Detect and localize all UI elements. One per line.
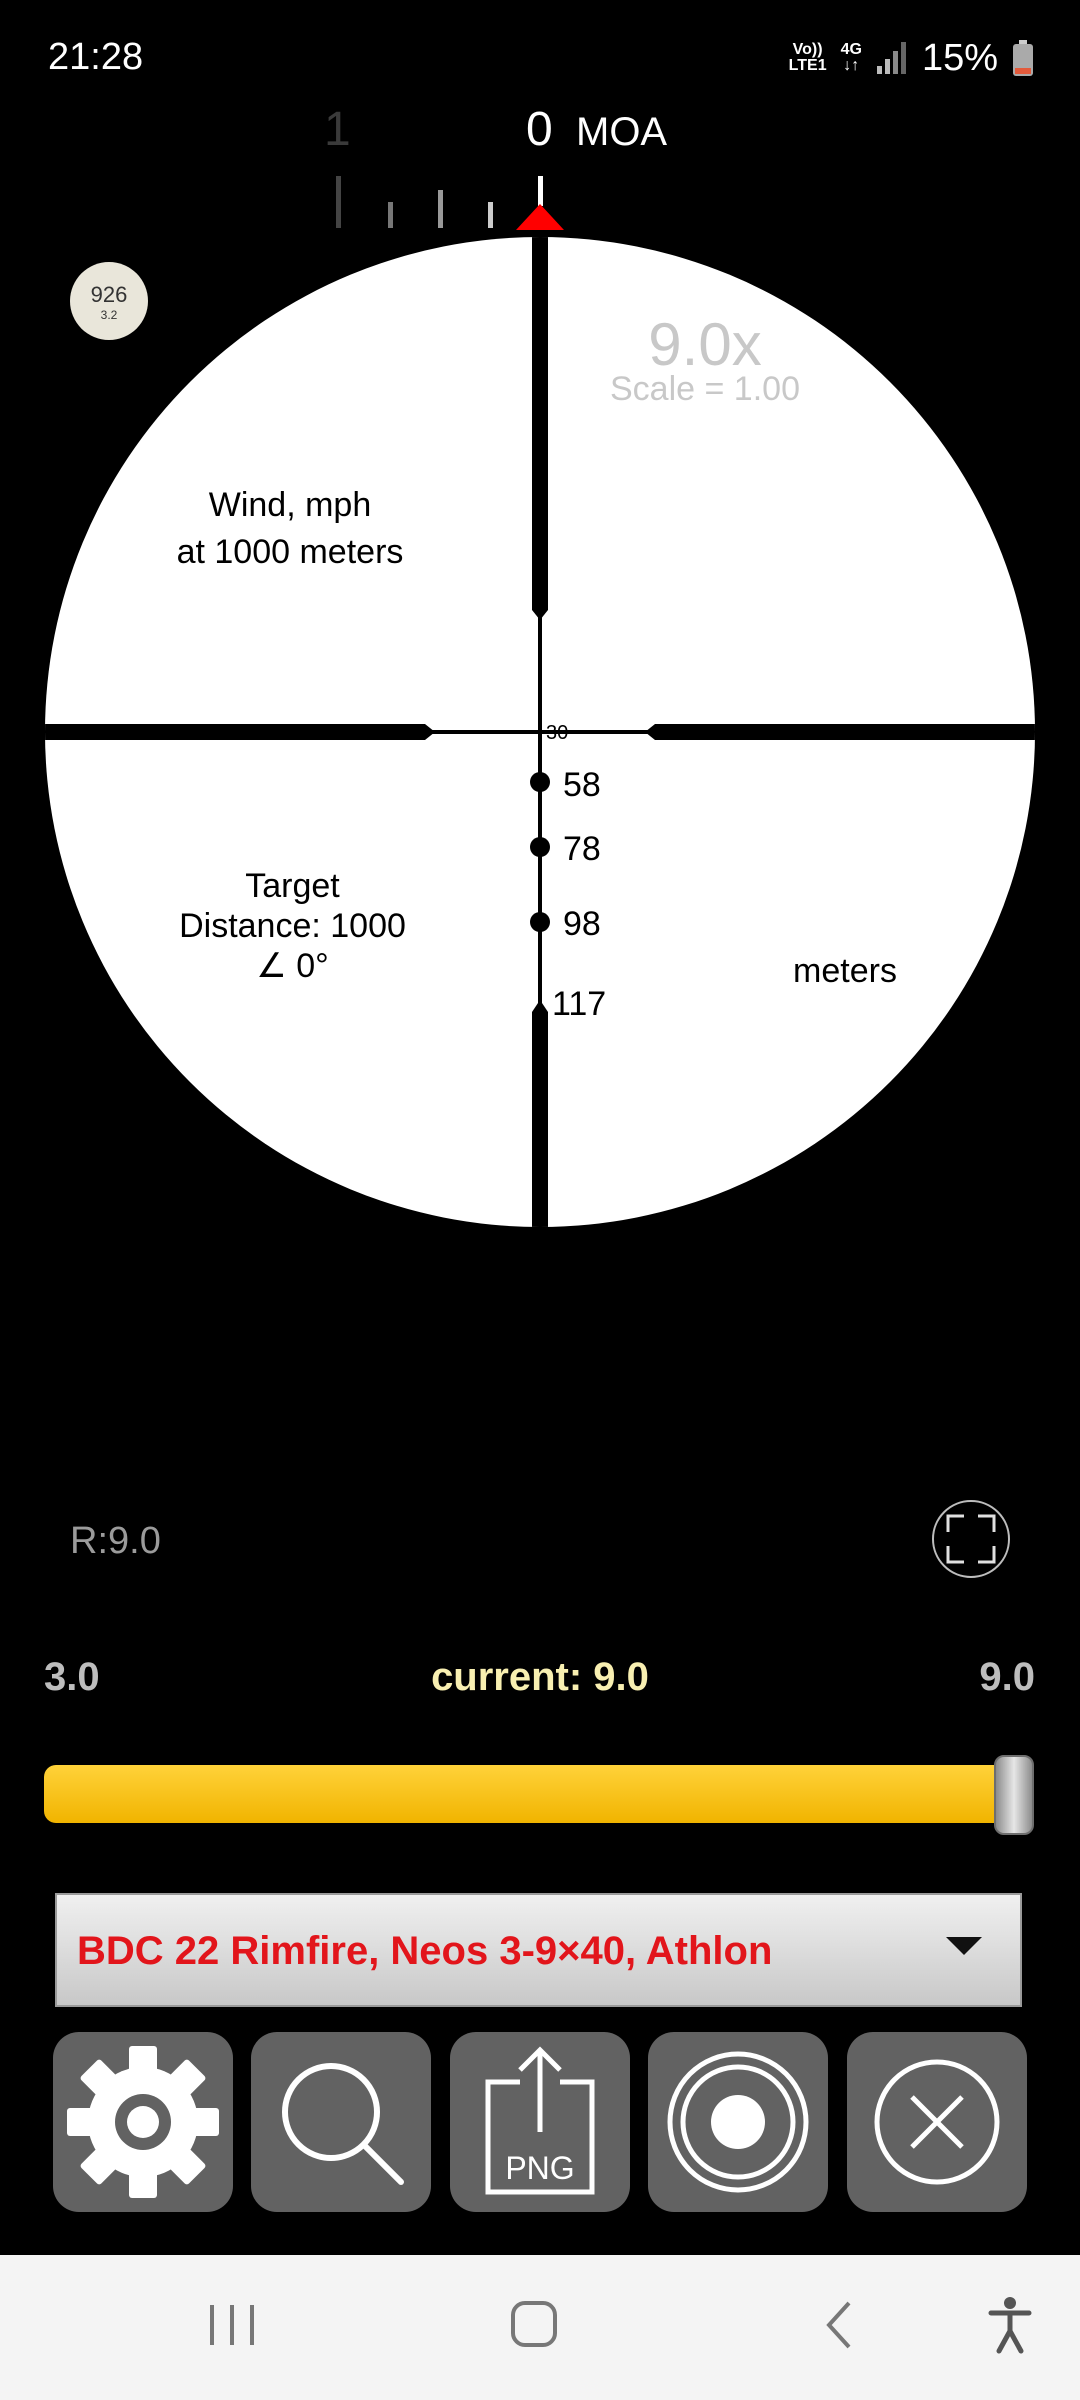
distance-badge[interactable]: 926 3.2 xyxy=(70,262,148,340)
signal-icon xyxy=(876,42,906,74)
volte-icon: Vo)) LTE1 xyxy=(789,42,827,74)
drop-dot xyxy=(530,912,550,932)
left-post xyxy=(45,724,425,740)
dropdown-arrow-icon xyxy=(946,1937,982,1955)
volte-bottom: LTE1 xyxy=(788,57,827,74)
battery-percent: 15% xyxy=(921,36,998,79)
zero-distance-label: 30 xyxy=(546,722,569,744)
export-png-button[interactable]: PNG xyxy=(450,2032,630,2212)
clock: 21:28 xyxy=(48,36,144,78)
export-label: PNG xyxy=(505,2150,575,2186)
magnification-label: 9.0x xyxy=(648,311,762,378)
zoom-slider-thumb[interactable] xyxy=(994,1755,1034,1835)
drop-label: 117 xyxy=(552,985,607,1023)
drop-label: 98 xyxy=(563,905,601,943)
badge-sub: 3.2 xyxy=(100,308,118,322)
gear-icon xyxy=(67,2046,219,2198)
badge-number: 926 xyxy=(90,282,128,307)
wind-label-line1: Wind, mph xyxy=(208,486,372,524)
windage-scale[interactable]: 1 0 MOA xyxy=(320,100,720,240)
target-angle: ∠ 0° xyxy=(256,947,329,985)
close-icon xyxy=(874,2059,1000,2185)
drop-dot xyxy=(530,772,550,792)
battery-icon xyxy=(1013,40,1033,76)
target-distance: Distance: 1000 xyxy=(179,907,406,945)
drop-label: 78 xyxy=(563,830,601,868)
recent-apps-icon[interactable] xyxy=(205,2295,261,2355)
top-post xyxy=(532,237,548,610)
toolbar: PNG xyxy=(53,2032,1027,2212)
accessibility-icon[interactable] xyxy=(985,2293,1035,2357)
zoom-slider-track[interactable] xyxy=(44,1765,1034,1823)
navigation-bar xyxy=(0,2255,1080,2400)
windage-left-value: 1 xyxy=(324,103,351,156)
home-icon[interactable] xyxy=(505,2295,565,2355)
fullscreen-icon xyxy=(946,1514,996,1564)
reticle-view[interactable] xyxy=(0,220,1080,1240)
back-icon[interactable] xyxy=(815,2295,865,2355)
network-type: 4G xyxy=(840,41,862,58)
right-post xyxy=(655,724,1035,740)
data-arrows-icon: ↓↑ xyxy=(843,57,860,74)
target-line1: Target xyxy=(245,867,340,905)
wind-label-line2: at 1000 meters xyxy=(176,533,404,571)
reticle-select[interactable]: BDC 22 Rimfire, Neos 3-9×40, Athlon xyxy=(55,1893,1022,2007)
capture-button[interactable] xyxy=(648,2032,828,2212)
drop-label: 58 xyxy=(563,766,601,804)
settings-button[interactable] xyxy=(53,2032,233,2212)
volte-top: Vo)) xyxy=(792,41,823,58)
reticle-select-value: BDC 22 Rimfire, Neos 3-9×40, Athlon xyxy=(77,1929,773,1973)
search-icon xyxy=(282,2063,404,2185)
status-bar: 21:28 Vo)) LTE1 4G ↓↑ 15% xyxy=(0,0,1080,110)
target-info: Target Distance: 1000 ∠ 0° xyxy=(130,866,455,986)
network-type-icon: 4G ↓↑ xyxy=(841,42,862,74)
status-icons: Vo)) LTE1 4G ↓↑ 15% xyxy=(789,36,1034,80)
scale-label: Scale = 1.00 xyxy=(610,370,800,408)
fullscreen-button[interactable] xyxy=(932,1500,1010,1578)
bottom-post xyxy=(532,1012,548,1227)
windage-unit: MOA xyxy=(576,110,668,154)
zoom-current-label: current: 9.0 xyxy=(431,1655,649,1699)
wind-label: Wind, mph at 1000 meters xyxy=(130,486,450,572)
windage-center-value: 0 xyxy=(526,103,553,156)
range-readout: R:9.0 xyxy=(70,1520,161,1562)
close-button[interactable] xyxy=(847,2032,1027,2212)
search-button[interactable] xyxy=(251,2032,431,2212)
units-label: meters xyxy=(793,952,897,990)
target-icon xyxy=(667,2051,809,2193)
drop-dot xyxy=(530,837,550,857)
zoom-max-label: 9.0 xyxy=(979,1655,1035,1699)
